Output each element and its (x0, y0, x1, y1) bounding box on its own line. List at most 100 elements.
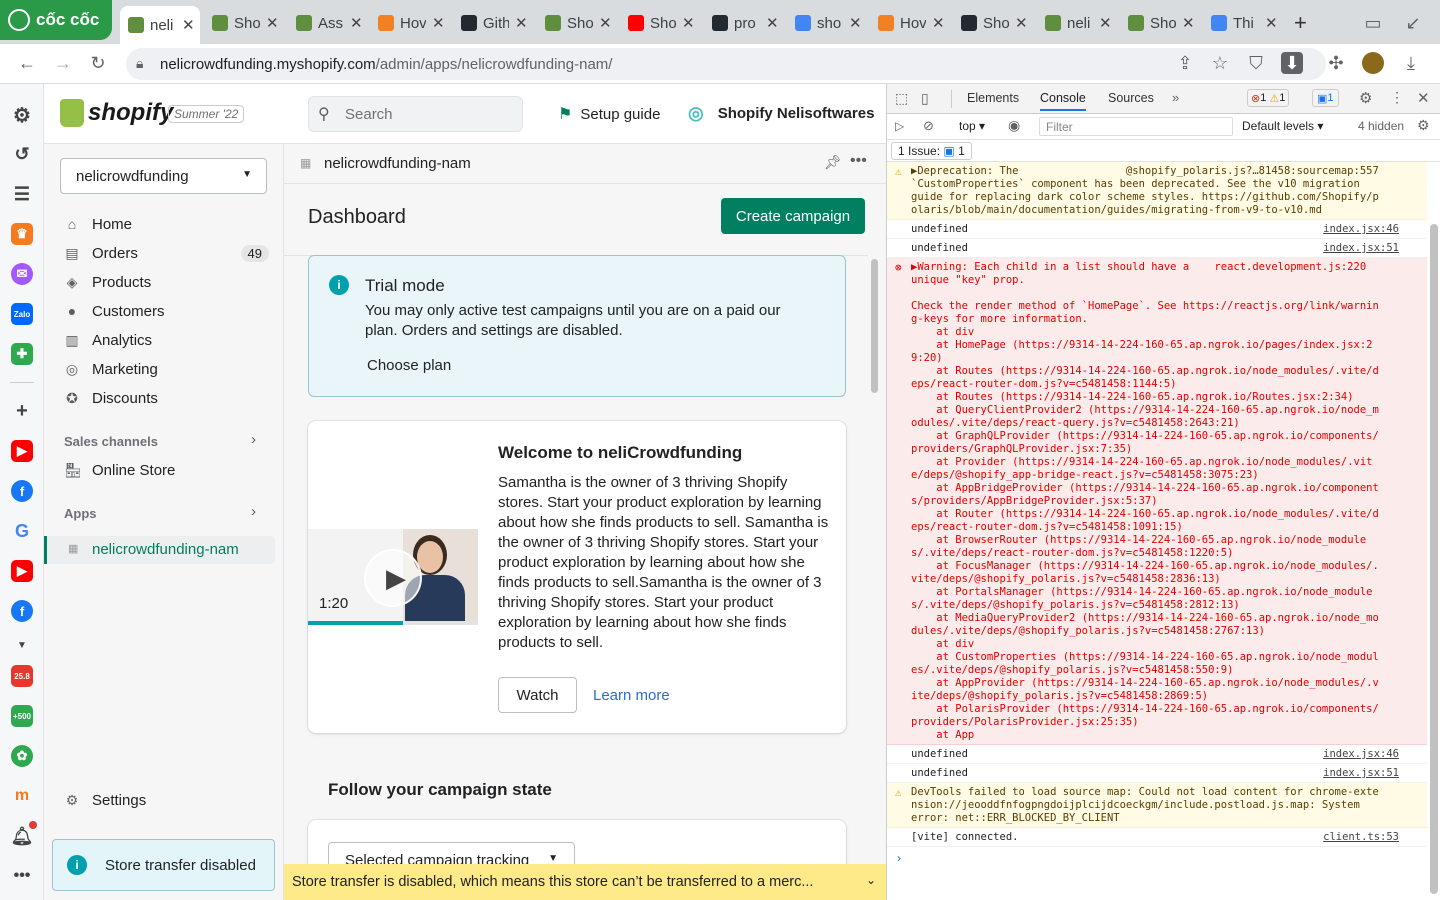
tab-close-icon[interactable]: ✕ (1182, 14, 1195, 32)
console-source-link[interactable]: client.ts:53 (1323, 831, 1399, 844)
tab-close-icon[interactable]: ✕ (432, 14, 445, 32)
choose-plan-button[interactable]: Choose plan (367, 357, 451, 374)
console-settings-icon[interactable]: ⚙ (1417, 117, 1430, 134)
eye-icon[interactable]: ◉ (1008, 117, 1020, 134)
clear-console-icon[interactable]: ⊘ (923, 118, 934, 134)
apps-chevron-icon[interactable]: › (251, 503, 256, 520)
shop-app-icon[interactable]: m (11, 785, 33, 807)
devtools-tab-console[interactable]: Console (1040, 91, 1086, 111)
nav-customers[interactable]: ● Customers (64, 297, 269, 325)
settings-gear-icon[interactable]: ⚙ (11, 104, 33, 127)
tab-close-icon[interactable]: ✕ (515, 14, 528, 32)
store-transfer-banner[interactable]: Store transfer is disabled, which means … (284, 864, 886, 900)
youtube-icon[interactable]: ▶ (11, 440, 33, 462)
back-icon[interactable]: ← (16, 52, 38, 74)
share-icon[interactable]: ⇪ (1174, 52, 1196, 74)
search-input[interactable]: ⚲ Search (308, 96, 523, 132)
nav-orders[interactable]: ▤ Orders 49 (64, 239, 269, 267)
nav-products[interactable]: ◈ Products (64, 268, 269, 296)
browser-tab[interactable]: pro ✕ (704, 8, 784, 38)
tab-close-icon[interactable]: ✕ (1099, 14, 1112, 32)
log-levels-select[interactable]: Default levels ▾ (1242, 119, 1323, 133)
shield-icon[interactable]: ⛉ (1245, 52, 1267, 74)
devtools-tab-elements[interactable]: Elements (967, 91, 1019, 105)
tab-close-icon[interactable]: ✕ (1265, 14, 1278, 32)
history-icon[interactable]: ↺ (11, 143, 33, 165)
browser-tab[interactable]: Hov ✕ (370, 8, 450, 38)
tab-close-icon[interactable]: ✕ (932, 14, 945, 32)
notification-bell-icon[interactable]: 🔔︎ (11, 825, 34, 847)
inspect-icon[interactable]: ⬚ (895, 90, 908, 107)
url-field[interactable]: 🔒︎ nelicrowdfunding.myshopify.com/admin/… (126, 48, 1326, 80)
close-devtools-icon[interactable]: ✕ (1417, 89, 1430, 107)
issues-counter[interactable]: ▣ 1 (1312, 89, 1339, 107)
gift-app-icon[interactable]: +500 (11, 705, 33, 727)
console-message[interactable]: undefined index.jsx:51 (887, 764, 1427, 783)
tab-search-icon[interactable]: ▭ (1362, 12, 1384, 34)
create-campaign-button[interactable]: Create campaign (721, 198, 865, 234)
tab-close-icon[interactable]: ✕ (182, 16, 195, 34)
browser-tab[interactable]: sho ✕ (787, 8, 867, 38)
tab-close-icon[interactable]: ✕ (350, 14, 363, 32)
issues-button[interactable]: 1 Issue: ▣ 1 (891, 142, 972, 160)
gamepad-icon[interactable]: ✚ (11, 343, 33, 365)
nav-online-store[interactable]: 🏪︎ Online Store (64, 456, 175, 484)
tab-close-icon[interactable]: ✕ (1015, 14, 1028, 32)
error-warning-counter[interactable]: ⊗ 1 ⚠ 1 (1247, 89, 1290, 107)
download-icon[interactable]: ⤓ (1400, 52, 1422, 74)
tab-close-icon[interactable]: ✕ (849, 14, 862, 32)
forward-icon[interactable]: → (52, 52, 74, 74)
nav-discounts[interactable]: ✪ Discounts (64, 384, 269, 412)
add-icon[interactable]: + (11, 400, 33, 422)
video-progress-track[interactable] (308, 621, 478, 625)
google-icon[interactable]: G (11, 520, 33, 542)
calendar-app-icon[interactable]: 25.8 (11, 665, 33, 687)
browser-tab[interactable]: Sho ✕ (953, 8, 1033, 38)
reload-icon[interactable]: ↻ (87, 52, 109, 74)
scrollbar-thumb[interactable] (871, 259, 878, 393)
crown-app-icon[interactable]: ♛ (11, 223, 33, 245)
nav-analytics[interactable]: ▥ Analytics (64, 326, 269, 354)
coccoc-logo[interactable]: cốc cốc (0, 0, 112, 40)
console-message[interactable]: [vite] connected. client.ts:53 (887, 828, 1427, 847)
browser-tab[interactable]: Sho ✕ (204, 8, 284, 38)
list-icon[interactable]: ☰ (11, 183, 33, 205)
device-toolbar-icon[interactable]: ▯ (921, 90, 929, 107)
console-source-link[interactable]: index.jsx:46 (1323, 223, 1399, 236)
console-scrollbar[interactable] (1430, 224, 1438, 894)
back-to-top-icon[interactable]: ↙ (1402, 12, 1424, 34)
more-icon[interactable]: ••• (11, 865, 33, 887)
extensions-icon[interactable]: ✣ (1325, 52, 1347, 74)
tab-close-icon[interactable]: ✕ (266, 14, 279, 32)
nav-app-item[interactable]: ▦ nelicrowdfunding-nam (44, 536, 275, 564)
shopify-wordmark[interactable]: shopify (88, 99, 173, 127)
expand-chevron-icon[interactable]: ⌄ (866, 873, 876, 887)
watch-button[interactable]: Watch (498, 677, 577, 713)
browser-tab[interactable]: neli ✕ (1037, 8, 1117, 38)
chevron-down-icon[interactable]: ▼ (11, 634, 33, 656)
sales-channels-chevron-icon[interactable]: › (251, 431, 256, 448)
devtools-tab-sources[interactable]: Sources (1108, 91, 1154, 105)
sidebar-toggle-icon[interactable]: ▷ (895, 119, 904, 133)
nav-home[interactable]: ⌂ Home (64, 210, 269, 238)
messenger-icon[interactable]: ✉ (11, 263, 33, 285)
console-source-link[interactable]: index.jsx:46 (1323, 748, 1399, 761)
tab-close-icon[interactable]: ✕ (682, 14, 695, 32)
browser-tab[interactable]: Ass ✕ (288, 8, 368, 38)
nav-marketing[interactable]: ◎ Marketing (64, 355, 269, 383)
pin-icon[interactable]: 📌︎ (824, 154, 842, 171)
console-source-link[interactable]: index.jsx:51 (1323, 242, 1399, 255)
tab-close-icon[interactable]: ✕ (766, 14, 779, 32)
bookmark-star-icon[interactable]: ☆ (1209, 52, 1231, 74)
console-message[interactable]: ⚠ DevTools failed to load source map: Cou… (887, 783, 1427, 828)
game-app-icon[interactable]: ✿ (11, 745, 33, 767)
devtools-menu-icon[interactable]: ⋮ (1390, 89, 1404, 106)
console-message[interactable]: ⚠ ▶Deprecation: The @shopify_polaris.js?…… (887, 162, 1427, 220)
play-icon[interactable]: ▶ (364, 549, 422, 607)
more-tabs-icon[interactable]: » (1172, 90, 1179, 105)
console-message[interactable]: ⊗ ▶Warning: Each child in a list should h… (887, 258, 1427, 745)
youtube-icon-2[interactable]: ▶ (11, 560, 33, 582)
context-select[interactable]: top ▾ (959, 119, 985, 133)
browser-tab[interactable]: Sho ✕ (1120, 8, 1200, 38)
new-tab-button[interactable]: + (1286, 8, 1312, 38)
